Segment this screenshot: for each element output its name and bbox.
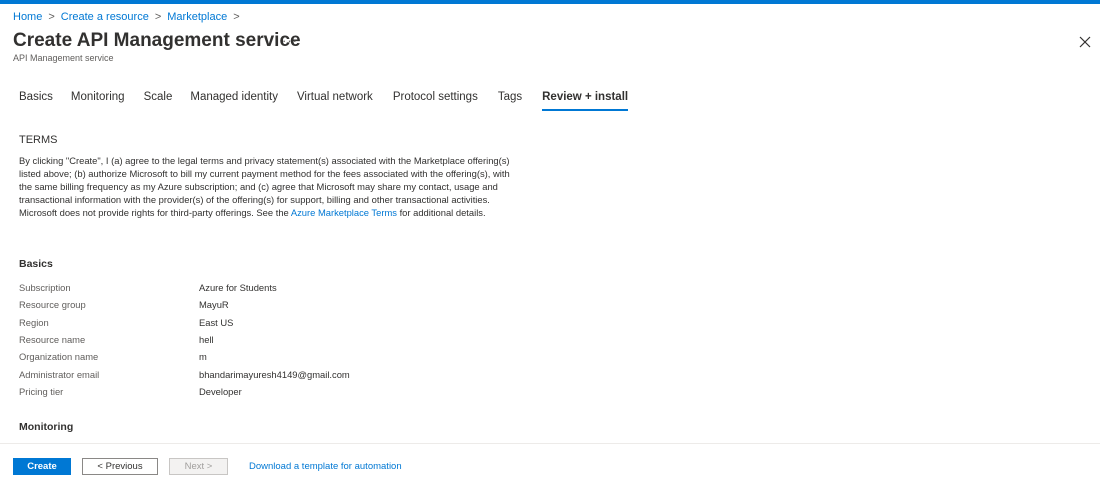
tab-virtual-network[interactable]: Virtual network xyxy=(297,91,373,111)
footer-divider xyxy=(0,443,1100,444)
breadcrumb-separator: > xyxy=(233,11,240,23)
summary-label: Pricing tier xyxy=(19,385,64,397)
breadcrumb-create-resource[interactable]: Create a resource xyxy=(61,11,149,23)
wizard-tabs: Basics Monitoring Scale Managed identity… xyxy=(19,91,628,111)
summary-label: Subscription xyxy=(19,282,71,294)
previous-button[interactable]: < Previous xyxy=(82,458,158,475)
basics-section-heading: Basics xyxy=(19,258,53,270)
next-button[interactable]: Next > xyxy=(169,458,228,475)
terms-text: By clicking "Create", I (a) agree to the… xyxy=(19,154,519,219)
tab-scale[interactable]: Scale xyxy=(144,91,173,111)
tab-protocol-settings[interactable]: Protocol settings xyxy=(393,91,478,111)
summary-value: Developer xyxy=(199,385,242,397)
tab-monitoring[interactable]: Monitoring xyxy=(71,91,125,111)
tab-basics[interactable]: Basics xyxy=(19,91,53,111)
summary-row: Pricing tier Developer xyxy=(19,383,439,400)
breadcrumb-marketplace[interactable]: Marketplace xyxy=(167,11,227,23)
summary-label: Region xyxy=(19,316,49,328)
summary-label: Resource name xyxy=(19,334,86,346)
download-template-link[interactable]: Download a template for automation xyxy=(249,461,402,472)
summary-value: bhandarimayuresh4149@gmail.com xyxy=(199,368,350,380)
monitoring-section-heading: Monitoring xyxy=(19,421,74,433)
summary-value: m xyxy=(199,351,207,363)
page-subtitle: API Management service xyxy=(13,53,114,63)
summary-row: Resource name hell xyxy=(19,331,439,348)
breadcrumb-separator: > xyxy=(154,11,162,23)
breadcrumb-separator: > xyxy=(48,11,55,23)
tab-tags[interactable]: Tags xyxy=(498,91,522,111)
summary-value: hell xyxy=(199,334,214,346)
summary-row: Administrator email bhandarimayuresh4149… xyxy=(19,365,439,382)
summary-value: East US xyxy=(199,316,234,328)
terms-heading: TERMS xyxy=(19,134,58,146)
top-accent-bar xyxy=(0,0,1100,4)
more-options-button[interactable]: ··· xyxy=(282,33,298,48)
summary-row: Resource group MayuR xyxy=(19,296,439,313)
breadcrumb-home[interactable]: Home xyxy=(13,11,42,23)
terms-text-tail: for additional details. xyxy=(396,207,486,218)
close-icon[interactable] xyxy=(1077,34,1093,50)
tab-managed-identity[interactable]: Managed identity xyxy=(190,91,278,111)
summary-row: Organization name m xyxy=(19,348,439,365)
summary-row: Region East US xyxy=(19,314,439,331)
summary-value: MayuR xyxy=(199,299,229,311)
summary-label: Administrator email xyxy=(19,368,100,380)
summary-label: Resource group xyxy=(19,299,86,311)
tab-review-install[interactable]: Review + install xyxy=(542,91,628,111)
create-button[interactable]: Create xyxy=(13,458,71,475)
azure-marketplace-terms-link[interactable]: Azure Marketplace Terms xyxy=(291,207,397,218)
page-title: Create API Management service xyxy=(13,30,301,51)
summary-label: Organization name xyxy=(19,351,99,363)
summary-row: Subscription Azure for Students xyxy=(19,279,439,296)
basics-summary: Subscription Azure for Students Resource… xyxy=(19,279,439,400)
summary-value: Azure for Students xyxy=(199,282,277,294)
breadcrumb: Home > Create a resource > Marketplace > xyxy=(13,11,246,23)
